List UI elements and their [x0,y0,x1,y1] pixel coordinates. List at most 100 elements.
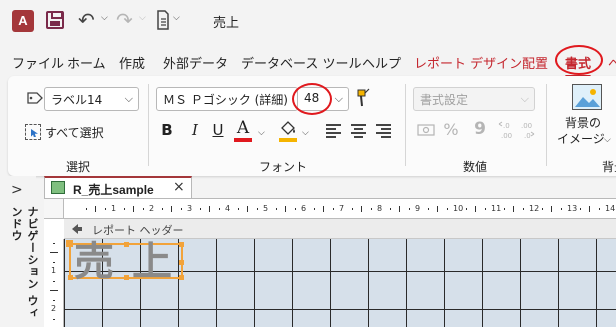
tab-arrange[interactable]: 配置 [522,53,548,72]
ruler-tick [180,208,182,210]
select-all-icon[interactable] [25,124,41,140]
chevron-down-icon: ⌵ [520,92,529,105]
section-arrow-icon [72,224,82,234]
ruler-number: 2 [51,304,57,313]
ruler-number: 11 [491,204,502,213]
undo-dropdown-icon[interactable]: ⌵ [101,13,108,23]
select-all-button[interactable]: すべて選択 [45,124,104,141]
ruler-tick [560,208,562,210]
chevron-down-icon[interactable]: ⌵ [258,128,265,138]
tab-database-tools[interactable]: データベース ツール [241,53,361,72]
align-right-icon[interactable] [376,124,391,138]
ruler-tick [598,208,600,210]
background-image-icon[interactable] [572,84,602,110]
chevron-down-icon[interactable]: ⌵ [604,135,611,145]
ruler-number: 9 [415,204,421,213]
ruler-tick [351,208,353,210]
close-icon[interactable]: × [173,179,185,195]
ruler-tick [247,206,248,212]
redo-icon: ↷ [116,8,133,32]
ruler-tick [95,206,96,212]
svg-text:.0: .0 [524,132,531,140]
font-name-value: ＭＳ Ｐゴシック (詳細) [163,93,288,107]
ribbon-tabs: ファイル ホーム 作成 外部データ データベース ツール ヘルプ レポート デザ… [0,42,616,78]
navigation-pane-label[interactable]: ナビゲーション ウィンドウ [8,206,40,327]
group-separator [405,84,406,166]
document-tab-title[interactable]: R_売上sample [73,181,154,198]
expand-nav-pane-icon[interactable]: > [11,182,23,198]
report-header-section-bar[interactable]: レポート ヘッダー [64,219,616,239]
fill-color-icon[interactable] [278,120,298,138]
ruler-tick [579,208,581,210]
sales-label-text: 売上 [74,239,190,285]
sales-label-control[interactable]: 売上 [68,239,184,285]
ruler-tick [85,208,87,210]
tab-page-setup[interactable]: ペ [608,53,616,72]
ruler-tick [484,208,486,210]
ruler-tick [199,208,201,210]
ruler-tick [53,318,55,320]
ruler-tick [123,208,125,210]
bold-button[interactable]: B [158,121,176,139]
format-painter-icon[interactable] [353,87,371,109]
document-tab[interactable]: R_売上sample × [44,176,192,198]
font-name-combo[interactable]: ＭＳ Ｐゴシック (詳細) [156,87,298,111]
align-left-icon[interactable] [326,124,341,138]
navigation-pane[interactable]: > ナビゲーション ウィンドウ [0,176,39,327]
svg-text:.00: .00 [501,132,512,140]
chevron-down-icon[interactable]: ⌵ [302,128,309,138]
ruler-number: 10 [453,204,464,213]
report-design-surface[interactable]: 1 2 3 4 5 6 7 8 9 10 11 12 13 14 レポート ヘッダー 12 売上 [44,198,616,327]
ruler-tick [50,252,58,253]
horizontal-ruler[interactable]: 1 2 3 4 5 6 7 8 9 10 11 12 13 14 [64,199,616,219]
tab-create[interactable]: 作成 [119,53,145,72]
report-header-section-label: レポート ヘッダー [92,224,184,237]
tab-format[interactable]: 書式 [565,53,592,78]
ruler-tick [408,208,410,210]
ruler-tick [437,206,438,212]
italic-button[interactable]: I [186,121,204,139]
tab-external-data[interactable]: 外部データ [163,53,228,72]
ruler-tick [294,208,296,210]
label-move-handle[interactable] [66,240,73,247]
qat-dropdown-icon[interactable]: ⌵ [173,13,180,23]
undo-icon[interactable]: ↶ [78,8,95,32]
ruler-number: 6 [301,204,307,213]
align-center-icon[interactable] [351,124,366,138]
font-size-combo[interactable]: 48 ⌵ [297,87,349,111]
ruler-tick [323,206,324,212]
label-object-icon [27,92,43,104]
background-image-label-line1[interactable]: 背景の [565,114,601,131]
background-image-label-line2[interactable]: イメージ [557,130,605,147]
ruler-number: 4 [225,204,231,213]
ruler-tick [161,208,163,210]
chevron-down-icon: ⌵ [334,92,343,105]
group-separator [148,84,149,166]
ruler-tick [53,299,55,301]
decrease-decimal-icon: .00 .0 [521,122,535,140]
tab-help[interactable]: ヘルプ [362,53,401,72]
ruler-corner[interactable] [44,199,64,219]
svg-text:.0: .0 [503,122,510,130]
ruler-tick [53,261,55,263]
font-color-button[interactable]: A [234,118,252,138]
group-label-font: フォント [259,160,308,174]
ruler-tick [53,280,55,282]
ruler-number: 12 [529,204,540,213]
ruler-tick [551,206,552,212]
window-title: 売上 [213,16,240,31]
object-select-value: ラベル14 [51,93,103,107]
object-select-combo[interactable]: ラベル14 ⌵ [44,87,139,111]
access-app-icon: A [12,10,34,32]
number-format-value: 書式設定 [420,93,469,107]
ruler-tick [256,208,258,210]
vertical-ruler[interactable]: 12 [44,239,64,327]
customize-icon[interactable] [155,10,171,30]
ruler-tick [541,208,543,210]
ruler-tick [237,208,239,210]
tab-home[interactable]: ホーム [67,53,106,72]
underline-button[interactable]: U [209,121,227,139]
tab-file[interactable]: ファイル [12,53,64,72]
save-icon[interactable] [46,11,64,29]
tab-report-design[interactable]: レポート デザイン [414,53,522,72]
